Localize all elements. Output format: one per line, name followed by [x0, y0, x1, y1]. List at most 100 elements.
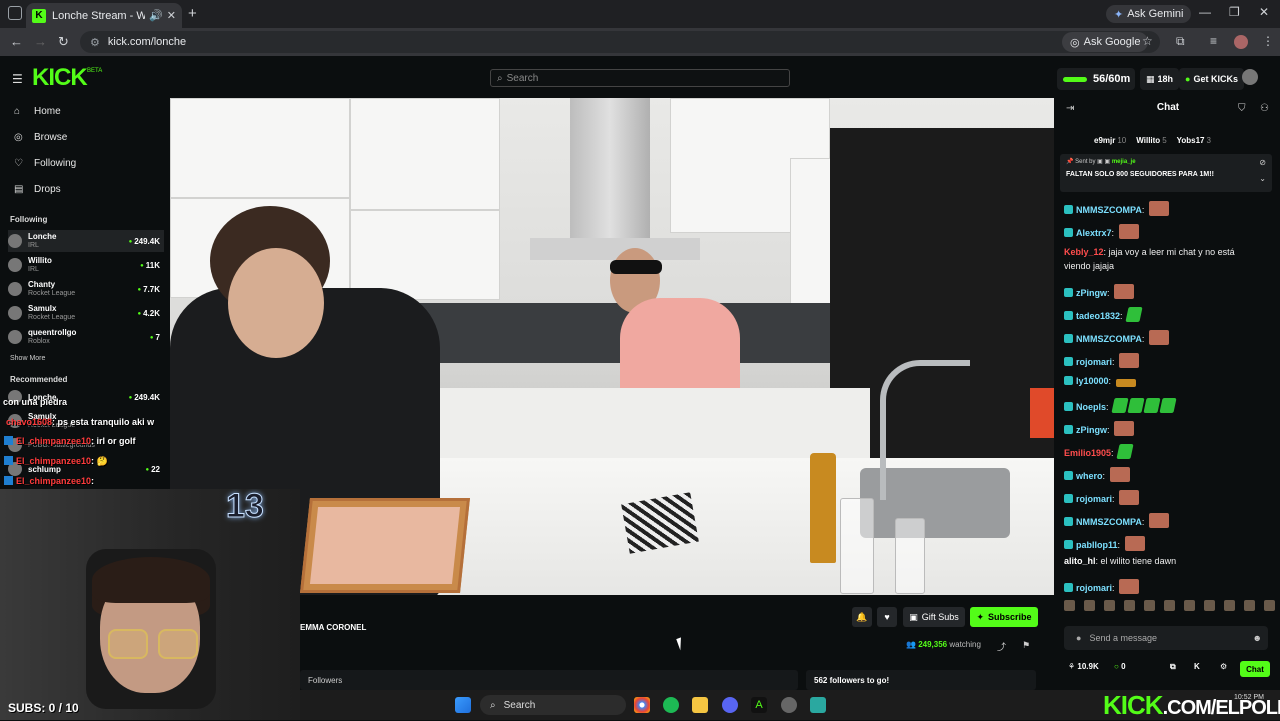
- close-window-icon[interactable]: ✕: [1259, 5, 1269, 19]
- address-bar[interactable]: ⚙ kick.com/lonche: [80, 31, 1160, 53]
- sidebar-item-following[interactable]: ♡ Following: [14, 158, 76, 169]
- ask-google-button[interactable]: ◎ Ask Google: [1062, 32, 1149, 52]
- users-icon[interactable]: ⚇: [1260, 103, 1269, 114]
- profile-avatar[interactable]: [1234, 35, 1248, 49]
- taskbar-search[interactable]: ⌕ Search: [480, 695, 626, 715]
- get-kicks-button[interactable]: ● Get KICKs: [1179, 68, 1244, 90]
- close-tab-icon[interactable]: ✕: [167, 9, 176, 22]
- emote-icon[interactable]: [1064, 600, 1075, 611]
- chat-username[interactable]: zPingw: [1076, 288, 1107, 298]
- audio-app-icon[interactable]: [810, 697, 826, 713]
- subscriber-badge-icon: [1064, 288, 1073, 297]
- pin-icon[interactable]: ⊘: [1259, 158, 1266, 167]
- emoji-icon[interactable]: ☻: [1253, 633, 1262, 643]
- followed-channel[interactable]: WillitoIRL 11K: [8, 254, 164, 276]
- emote-icon[interactable]: [1224, 600, 1235, 611]
- windows-start-icon[interactable]: [455, 697, 471, 713]
- emote-icon[interactable]: [1264, 600, 1275, 611]
- emote-icon[interactable]: [1204, 600, 1215, 611]
- gift-subs-button[interactable]: ▣ Gift Subs: [903, 607, 965, 627]
- emote-icon[interactable]: [1164, 600, 1175, 611]
- gifter-item[interactable]: Willito 5: [1136, 136, 1166, 145]
- chat-username[interactable]: whero: [1076, 471, 1103, 481]
- chat-message-input[interactable]: ● Send a message ☻: [1064, 626, 1268, 650]
- video-player[interactable]: [170, 98, 1054, 595]
- chat-username[interactable]: Emilio1905: [1064, 448, 1111, 458]
- emote-icon[interactable]: [1144, 600, 1155, 611]
- chat-username[interactable]: NMMSZCOMPA: [1076, 334, 1142, 344]
- discord-icon[interactable]: [722, 697, 738, 713]
- search-input[interactable]: ⌕ Search: [490, 69, 790, 87]
- expand-icon[interactable]: ⌄: [1259, 174, 1266, 183]
- emote-icon[interactable]: [1104, 600, 1115, 611]
- followed-channel[interactable]: queentrollgoRoblox 7: [8, 326, 164, 348]
- minimize-icon[interactable]: —: [1199, 5, 1211, 19]
- report-icon[interactable]: ⚑: [1022, 640, 1030, 651]
- chat-username[interactable]: rojomari: [1076, 583, 1112, 593]
- new-tab-icon[interactable]: +: [188, 5, 197, 22]
- emote-icon[interactable]: [1244, 600, 1255, 611]
- subscribe-button[interactable]: ✦ Subscribe: [970, 607, 1038, 627]
- kick-logo[interactable]: KICK: [32, 64, 88, 92]
- emote-icon[interactable]: [1184, 600, 1195, 611]
- sidebar-item-browse[interactable]: ◎ Browse: [14, 132, 67, 143]
- bookmark-star-icon[interactable]: ☆: [1142, 34, 1153, 48]
- maximize-icon[interactable]: ❐: [1229, 5, 1240, 19]
- emote-icon[interactable]: [1124, 600, 1135, 611]
- chat-username[interactable]: rojomari: [1076, 357, 1112, 367]
- forward-icon[interactable]: →: [34, 34, 47, 49]
- ask-gemini-button[interactable]: ✦ Ask Gemini: [1106, 5, 1192, 23]
- emote-icon[interactable]: [1084, 600, 1095, 611]
- shield-icon[interactable]: ⛉: [1238, 103, 1246, 114]
- followed-channel[interactable]: ChantyRocket League 7.7K: [8, 278, 164, 300]
- chat-mode-icon[interactable]: ⧉: [1170, 662, 1176, 672]
- chat-username[interactable]: NMMSZCOMPA: [1076, 517, 1142, 527]
- followed-channel[interactable]: SamulxRocket League 4.2K: [8, 302, 164, 324]
- file-explorer-icon[interactable]: [692, 697, 708, 713]
- chat-username[interactable]: Alextrx7: [1076, 228, 1112, 238]
- kicks-balance[interactable]: ⚘ 10.9K: [1068, 662, 1099, 671]
- chat-username[interactable]: alito_hl: [1064, 556, 1096, 566]
- chat-username[interactable]: Kebly_12: [1064, 247, 1104, 257]
- sidebar-item-home[interactable]: ⌂ Home: [14, 106, 61, 117]
- site-info-icon[interactable]: ⚙: [90, 36, 100, 49]
- sidebar-item-drops[interactable]: ▤ Drops: [14, 184, 61, 195]
- chat-username[interactable]: zPingw: [1076, 425, 1107, 435]
- chat-username[interactable]: pabllop11: [1076, 540, 1118, 550]
- chat-username[interactable]: ly10000: [1076, 376, 1109, 386]
- watch-time-button[interactable]: ▦ 18h: [1140, 68, 1180, 90]
- kick-k-icon[interactable]: K: [1194, 662, 1200, 671]
- app-icon[interactable]: A: [751, 697, 767, 713]
- show-more-link[interactable]: Show More: [10, 355, 45, 362]
- pinned-message[interactable]: 📌 Sent by ▣ ▣ mejia_je FALTAN SOLO 800 S…: [1060, 154, 1272, 192]
- reload-icon[interactable]: ↻: [58, 34, 69, 50]
- user-avatar[interactable]: [1242, 69, 1258, 85]
- chat-settings-icon[interactable]: ⚙: [1220, 662, 1227, 671]
- gifter-item[interactable]: Yobs17 3: [1177, 136, 1211, 145]
- channel-name: Chanty: [28, 280, 56, 289]
- notification-bell-icon[interactable]: 🔔: [852, 607, 872, 627]
- chat-username[interactable]: Noepls: [1076, 402, 1106, 412]
- chrome-icon[interactable]: [634, 697, 650, 713]
- followed-channel[interactable]: LoncheIRL 249.4K: [8, 230, 164, 252]
- chat-username[interactable]: tadeo1832: [1076, 311, 1120, 321]
- chat-username[interactable]: NMMSZCOMPA: [1076, 205, 1142, 215]
- gifter-item[interactable]: e9mjr 10: [1094, 136, 1126, 145]
- browser-tab[interactable]: K Lonche Stream - Watch Live 🔊 ✕: [26, 3, 182, 28]
- tab-search-icon[interactable]: [8, 6, 22, 20]
- spotify-icon[interactable]: [663, 697, 679, 713]
- send-chat-button[interactable]: Chat: [1240, 661, 1270, 677]
- share-icon[interactable]: ⤴: [997, 640, 1006, 653]
- channel-points[interactable]: ○ 0: [1114, 662, 1126, 671]
- hamburger-menu-icon[interactable]: ☰: [12, 72, 23, 86]
- speaker-icon[interactable]: 🔊: [149, 9, 163, 22]
- reading-list-icon[interactable]: ≡: [1210, 34, 1217, 48]
- menu-dots-icon[interactable]: ⋮: [1262, 34, 1274, 48]
- back-icon[interactable]: ←: [10, 34, 23, 49]
- kick-timer-badge[interactable]: 56/60m: [1057, 68, 1135, 90]
- follow-heart-icon[interactable]: ♥: [877, 607, 897, 627]
- followers-tab[interactable]: Followers: [308, 676, 342, 685]
- chat-username[interactable]: rojomari: [1076, 494, 1112, 504]
- settings-icon[interactable]: [781, 697, 797, 713]
- extensions-icon[interactable]: ⧉: [1176, 34, 1185, 49]
